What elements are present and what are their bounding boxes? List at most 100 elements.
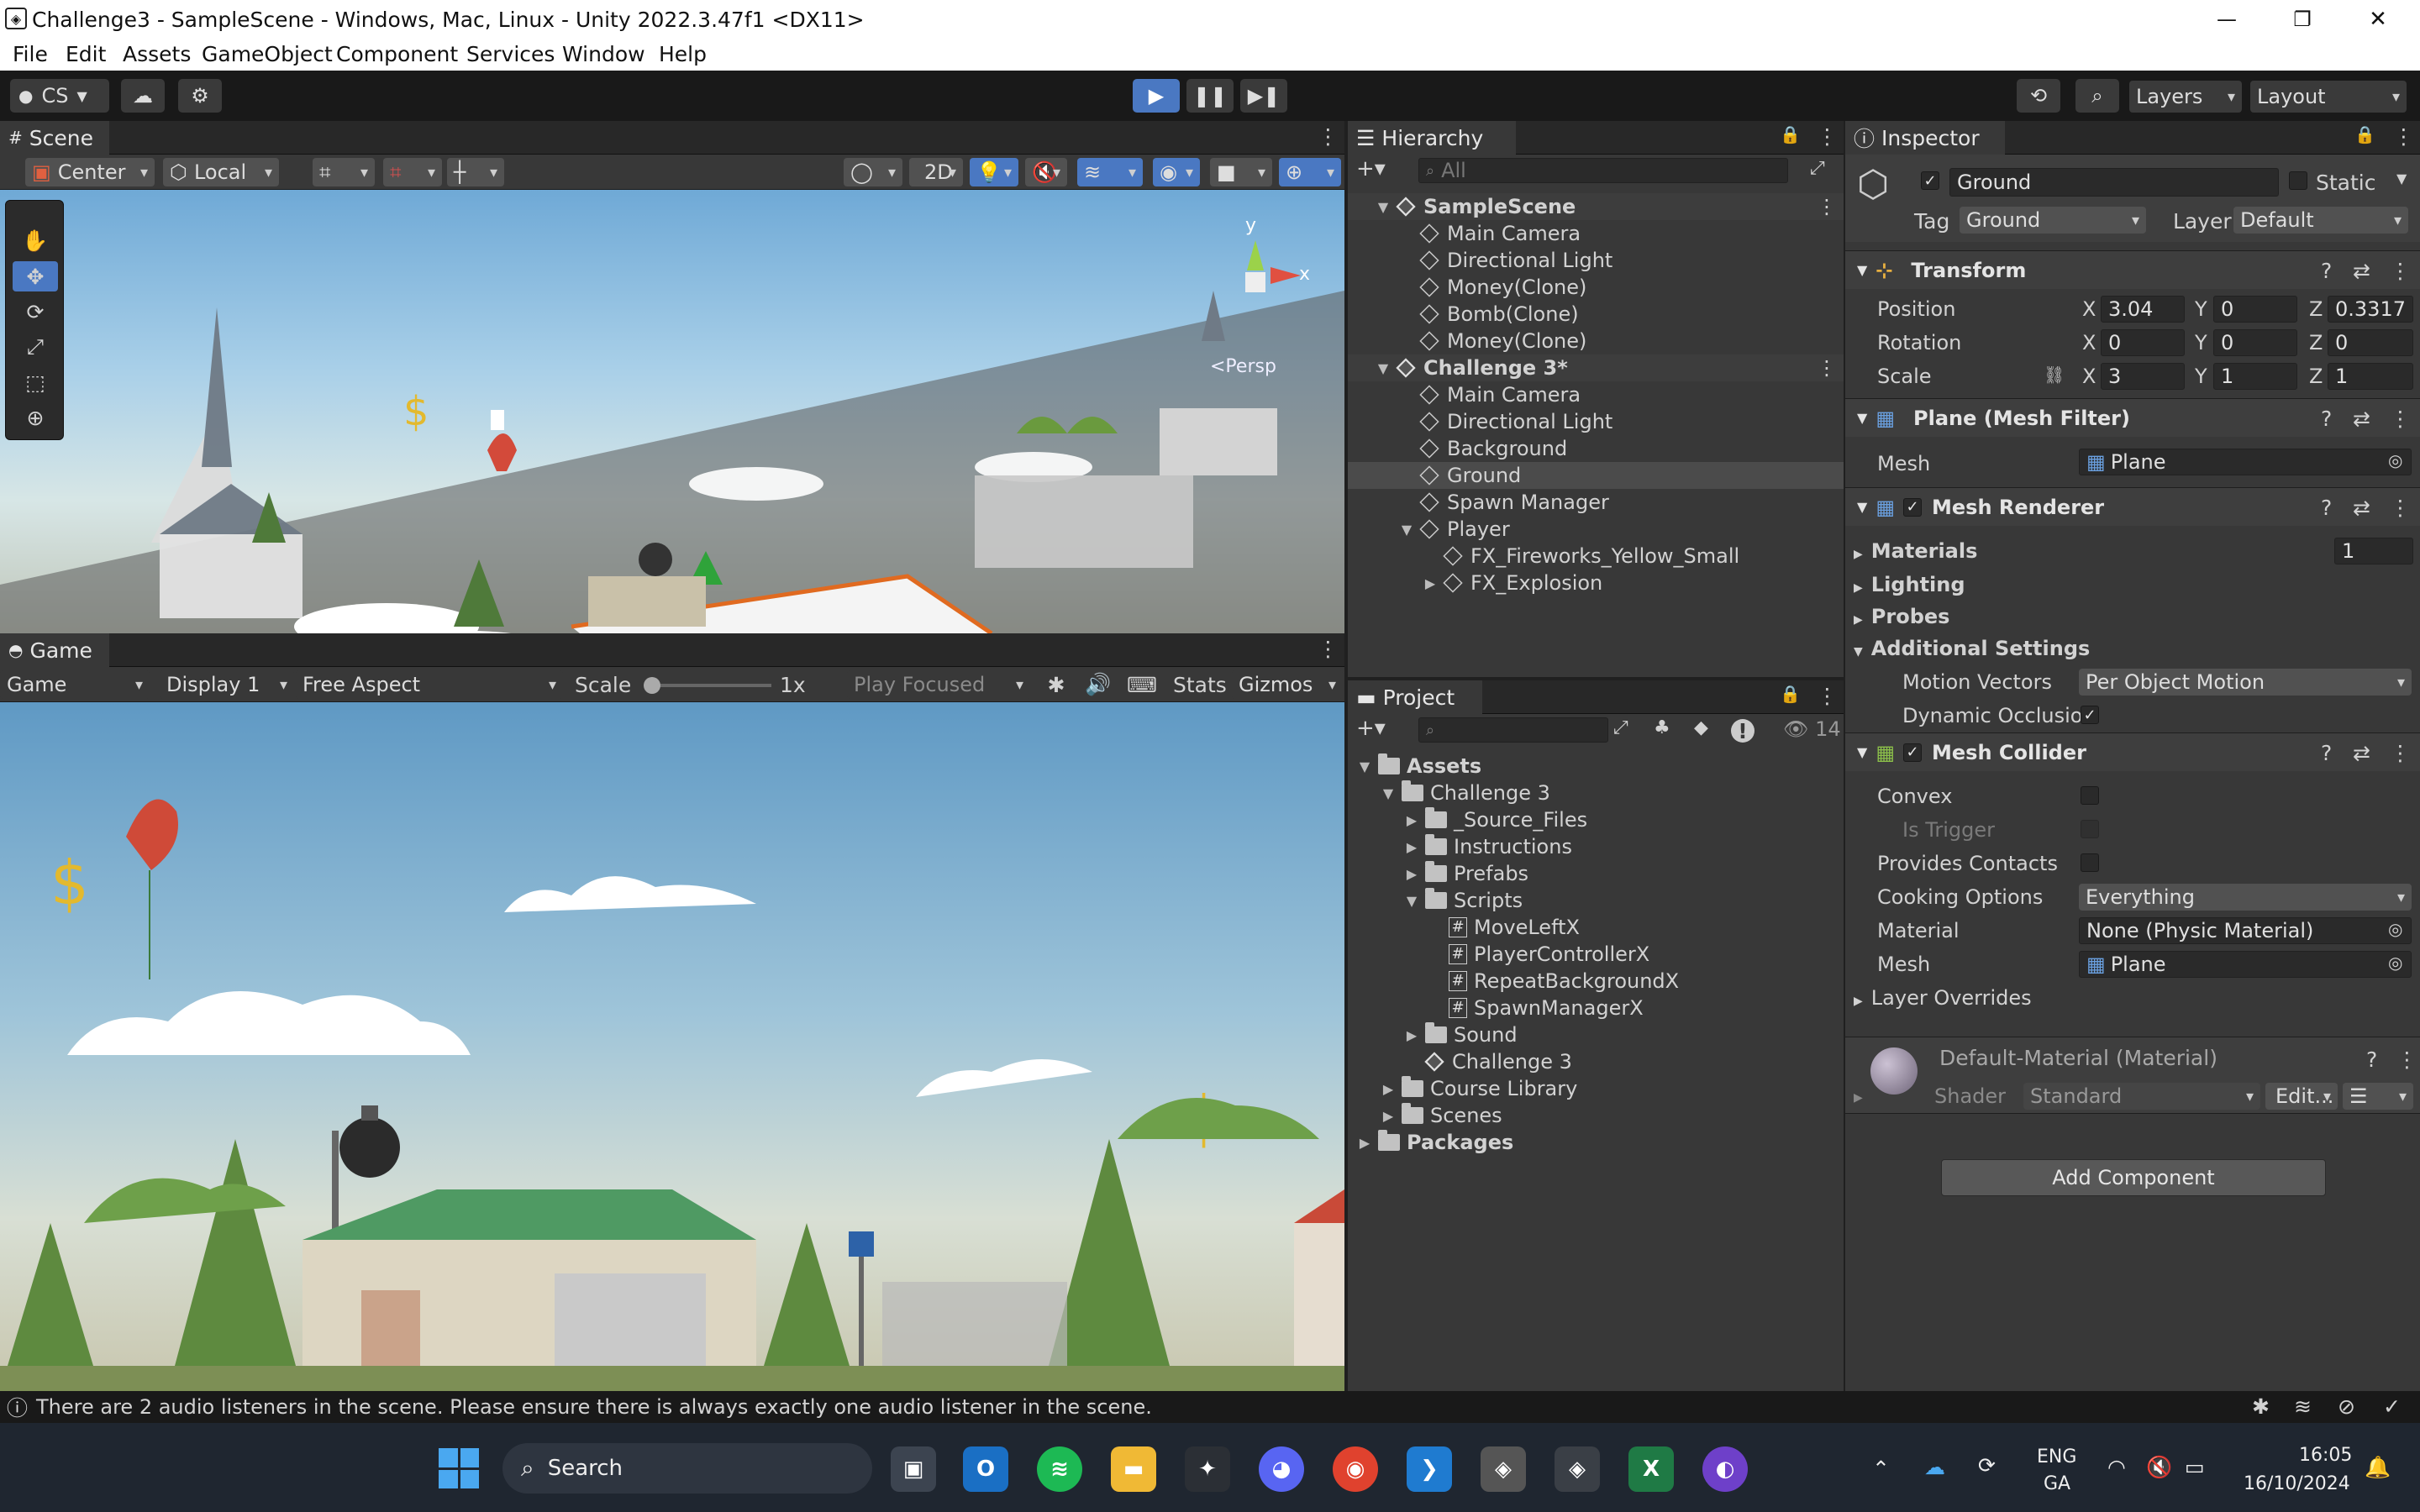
scene-view[interactable]: $ ✋ ✥ ⟳ ⤢ ⬚ ⊕ y x <Persp xyxy=(0,190,1344,633)
outlook-icon[interactable]: O xyxy=(963,1446,1008,1492)
materials-foldout[interactable]: ▶ Materials xyxy=(1854,539,1977,563)
layer-overrides-foldout[interactable]: ▶ Layer Overrides xyxy=(1854,986,2032,1010)
bug-icon[interactable]: ✱ xyxy=(2252,1394,2270,1419)
lock-icon[interactable]: 🔒 xyxy=(1780,124,1801,144)
foldout-arrow-icon[interactable]: ▶ xyxy=(1422,575,1439,591)
task-view-icon[interactable]: ▣ xyxy=(891,1446,936,1492)
presets-icon[interactable]: ⇄ xyxy=(2353,496,2370,520)
hierarchy-item[interactable]: Bomb(Clone) xyxy=(1348,301,1844,328)
inspector-menu-icon[interactable]: ⋮ xyxy=(2393,124,2414,149)
notification-bell-icon[interactable]: 🔔 xyxy=(2365,1455,2391,1480)
hierarchy-item[interactable]: Main Camera xyxy=(1348,220,1844,247)
keyboard-icon[interactable]: ⌨ xyxy=(1127,670,1157,699)
hierarchy-item[interactable]: Directional Light xyxy=(1348,247,1844,274)
spotify-icon[interactable]: ≋ xyxy=(1037,1446,1082,1492)
hierarchy-scene-row[interactable]: ▼ Challenge 3* ⋮ xyxy=(1348,354,1844,381)
mesh-field[interactable]: ▦ Plane xyxy=(2079,449,2412,475)
hierarchy-item[interactable]: Background xyxy=(1348,435,1844,462)
position-z-field[interactable]: 0.3317 xyxy=(2328,296,2413,323)
hierarchy-scene-row[interactable]: ▼ SampleScene ⋮ xyxy=(1348,193,1844,220)
project-item[interactable]: ▶ Sound xyxy=(1348,1021,1844,1048)
ruler-dropdown[interactable]: ┼ xyxy=(447,158,504,186)
menu-component[interactable]: Component xyxy=(336,42,458,66)
project-item[interactable]: Challenge 3 xyxy=(1348,1048,1844,1075)
tab-inspector[interactable]: ⓘ Inspector xyxy=(1845,121,2005,155)
unity-editor-icon[interactable]: ◈ xyxy=(1555,1446,1600,1492)
audio-icon[interactable]: 🔊 xyxy=(1084,670,1113,699)
toggle-2d-button[interactable]: 2D xyxy=(909,158,963,186)
add-component-button[interactable]: Add Component xyxy=(1941,1159,2326,1196)
visibility-toggle[interactable]: ◉ xyxy=(1153,158,1200,186)
project-item[interactable]: ▼ Assets xyxy=(1348,753,1844,780)
search-by-type-icon[interactable]: ⤢ xyxy=(1613,717,1628,738)
object-picker-icon[interactable]: ◎ xyxy=(2388,919,2402,939)
increment-snap-dropdown[interactable]: ⌗ xyxy=(383,158,442,186)
taskbar-search-box[interactable]: ⌕ Search xyxy=(502,1443,872,1494)
menu-window[interactable]: Window xyxy=(562,42,645,66)
close-button[interactable]: ✕ xyxy=(2353,0,2403,39)
additional-settings-foldout[interactable]: ▼ Additional Settings xyxy=(1854,637,2090,660)
project-item[interactable]: ▶ Instructions xyxy=(1348,833,1844,860)
up-arrow-icon[interactable]: ⌃ xyxy=(1872,1457,1890,1481)
game-menu-icon[interactable]: ⋮ xyxy=(1318,637,1339,661)
rotation-x-field[interactable]: 0 xyxy=(2101,329,2185,356)
cloud-button[interactable]: ☁ xyxy=(121,79,165,113)
warning-icon[interactable]: ! xyxy=(1731,719,1754,743)
project-item[interactable]: # SpawnManagerX xyxy=(1348,995,1844,1021)
wifi-icon[interactable]: ◠ xyxy=(2107,1455,2126,1479)
project-item[interactable]: ▼ Scripts xyxy=(1348,887,1844,914)
collider-mesh-field[interactable]: ▦ Plane xyxy=(2079,951,2412,978)
convex-checkbox[interactable] xyxy=(2081,786,2099,805)
menu-edit[interactable]: Edit xyxy=(66,42,106,66)
component-menu-icon[interactable]: ⋮ xyxy=(2390,259,2411,283)
foldout-arrow-icon[interactable]: ▶ xyxy=(1380,1081,1397,1097)
motion-vectors-dropdown[interactable]: Per Object Motion xyxy=(2079,669,2412,696)
hierarchy-item[interactable]: Money(Clone) xyxy=(1348,328,1844,354)
dynamic-occlusion-checkbox[interactable]: ✓ xyxy=(2081,706,2099,724)
mesh-renderer-enabled-checkbox[interactable]: ✓ xyxy=(1903,497,1922,517)
project-item[interactable]: ▼ Challenge 3 xyxy=(1348,780,1844,806)
project-item[interactable]: ▶ Prefabs xyxy=(1348,860,1844,887)
rect-tool-icon[interactable]: ⬚ xyxy=(13,367,58,397)
scale-slider-handle[interactable] xyxy=(644,677,660,694)
position-y-field[interactable]: 0 xyxy=(2213,296,2297,323)
position-x-field[interactable]: 3.04 xyxy=(2101,296,2185,323)
project-item[interactable]: # PlayerControllerX xyxy=(1348,941,1844,968)
pivot-dropdown[interactable]: ▣ Center xyxy=(25,158,155,186)
game-view[interactable]: $ $ xyxy=(0,702,1344,1391)
project-menu-icon[interactable]: ⋮ xyxy=(1817,684,1838,708)
object-name-input[interactable]: Ground xyxy=(1949,168,2279,197)
foldout-arrow-icon[interactable]: ▼ xyxy=(1403,893,1420,909)
github-desktop-icon[interactable]: ◐ xyxy=(1702,1446,1748,1492)
rotation-y-field[interactable]: 0 xyxy=(2213,329,2297,356)
help-icon[interactable]: ? xyxy=(2366,1047,2377,1072)
component-menu-icon[interactable]: ⋮ xyxy=(2390,741,2411,765)
materials-count-field[interactable]: 1 xyxy=(2334,538,2413,564)
draw-mode-dropdown[interactable]: ◯ xyxy=(844,158,902,186)
effects-dropdown[interactable]: ≋ xyxy=(1077,158,1143,186)
scale-z-field[interactable]: 1 xyxy=(2328,363,2413,390)
grid-snap-dropdown[interactable]: ⌗ xyxy=(313,158,375,186)
bug-icon[interactable]: ✱ xyxy=(1042,670,1071,699)
project-lock-icon[interactable]: 🔒 xyxy=(1780,684,1801,704)
transform-header[interactable]: ▼ ⊹ Transform xyxy=(1845,250,2420,289)
unity-hub-icon[interactable]: ◈ xyxy=(1481,1446,1526,1492)
mesh-collider-header[interactable]: ▼ ▦ ✓ Mesh Collider xyxy=(1845,732,2420,771)
foldout-arrow-icon[interactable]: ▼ xyxy=(1398,522,1415,538)
layer-dropdown[interactable]: Default xyxy=(2233,207,2408,234)
hierarchy-item[interactable]: ▶ FX_Explosion xyxy=(1348,570,1844,596)
layout-dropdown[interactable]: Layout xyxy=(2250,81,2407,113)
foldout-arrow-icon[interactable]: ▶ xyxy=(1403,1027,1420,1043)
space-dropdown[interactable]: ⬡ Local xyxy=(163,158,279,186)
material-foldout-icon[interactable]: ▶ xyxy=(1854,1091,1863,1105)
scale-tool-icon[interactable]: ⤢ xyxy=(13,332,58,362)
project-item[interactable]: ▶ Packages xyxy=(1348,1129,1844,1156)
project-create-button[interactable]: +▾ xyxy=(1356,716,1386,741)
display-dropdown[interactable]: Display 1 xyxy=(160,670,294,699)
discord-icon[interactable]: ◕ xyxy=(1259,1446,1304,1492)
presets-icon[interactable]: ⇄ xyxy=(2353,259,2370,283)
tag-dropdown[interactable]: Ground xyxy=(1960,207,2146,234)
hierarchy-item[interactable]: Spawn Manager xyxy=(1348,489,1844,516)
hidden-count[interactable]: 👁 14 xyxy=(1783,717,1841,741)
file-explorer-icon[interactable]: ▬ xyxy=(1111,1446,1156,1492)
